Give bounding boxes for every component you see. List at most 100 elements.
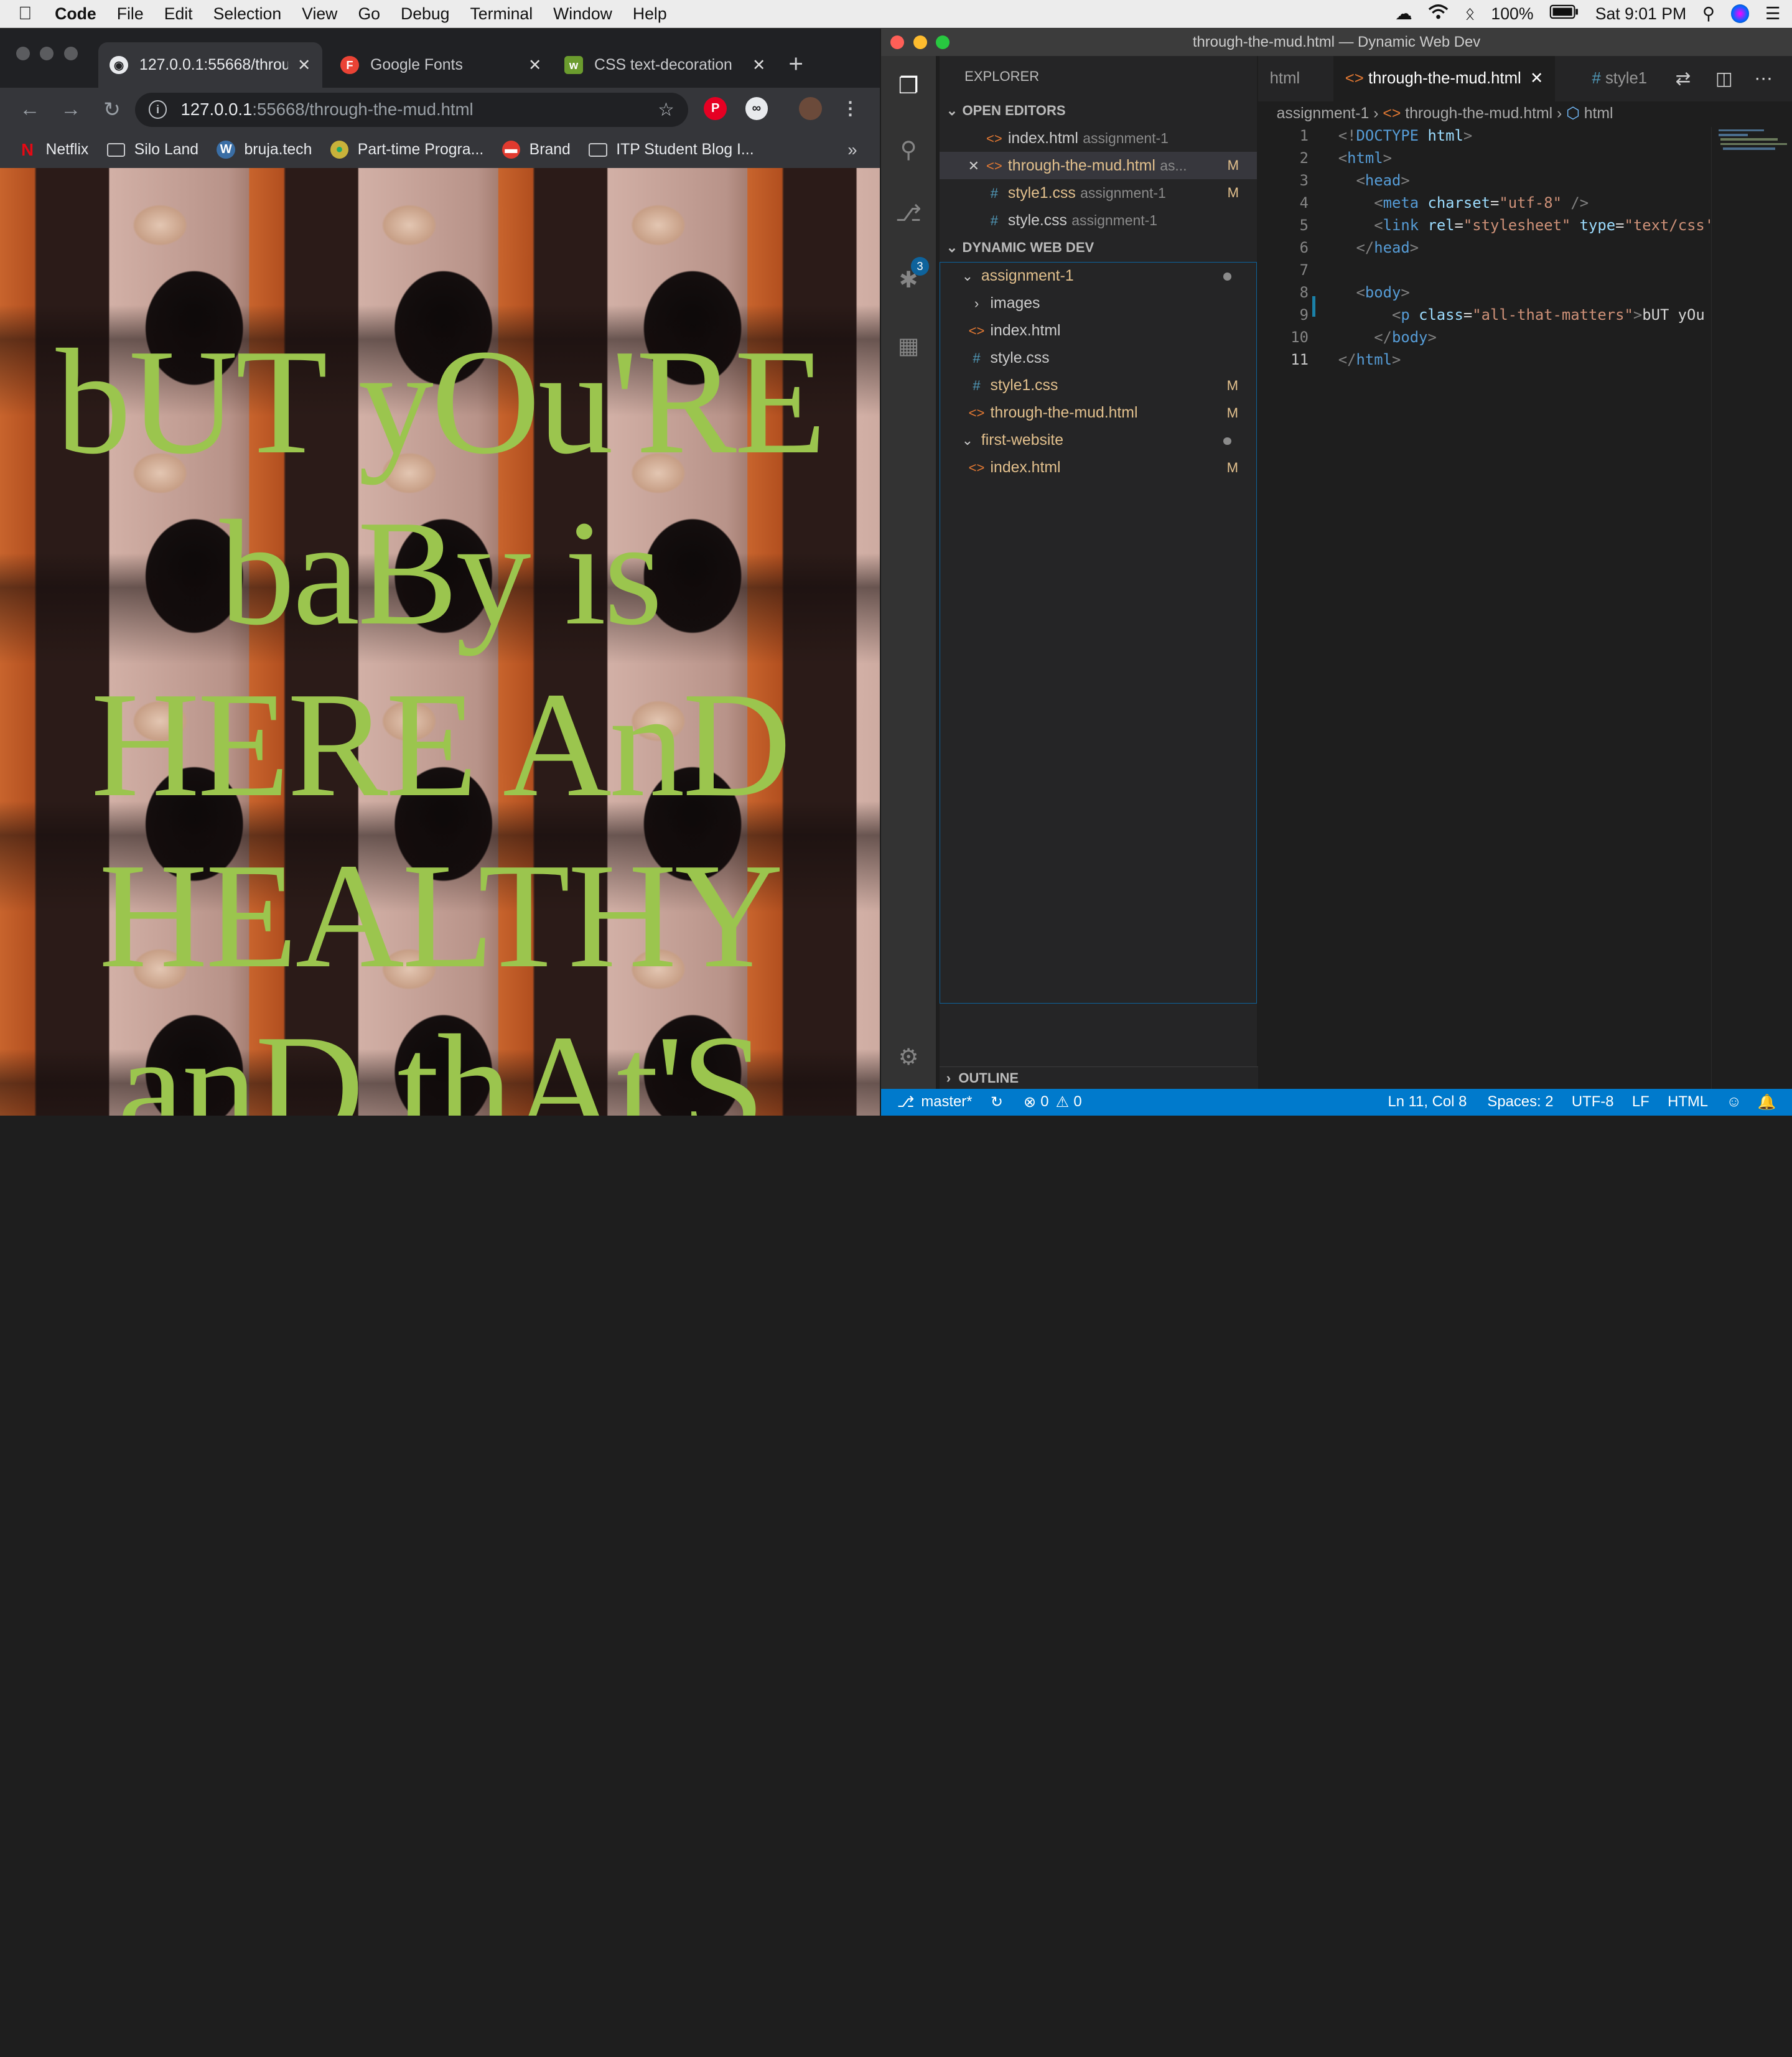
site-info-icon[interactable]: i bbox=[148, 100, 167, 119]
cursor-position[interactable]: Ln 11, Col 8 bbox=[1388, 1093, 1467, 1111]
chevron-down-icon: ⌄ bbox=[961, 268, 974, 284]
browser-tab-google-fonts[interactable]: F Google Fonts ✕ bbox=[329, 42, 553, 88]
explorer-files-icon[interactable]: ❐ bbox=[895, 72, 922, 100]
tree-file-index-2[interactable]: <> index.html M bbox=[940, 454, 1257, 1003]
open-changes-icon[interactable]: ⇄ bbox=[1664, 55, 1702, 102]
open-editor-item-active[interactable]: ✕ <> through-the-mud.html as... M bbox=[939, 152, 1258, 180]
close-window-button[interactable] bbox=[16, 47, 30, 61]
clock[interactable]: Sat 9:01 PM bbox=[1595, 4, 1687, 24]
back-arrow-icon[interactable]: ← bbox=[18, 98, 41, 121]
split-editor-icon[interactable]: ◫ bbox=[1704, 55, 1744, 102]
workspace-section[interactable]: ⌄ DYNAMIC WEB DEV bbox=[940, 234, 1258, 261]
sync-icon[interactable]: ↻ bbox=[991, 1093, 1003, 1111]
end-of-line[interactable]: LF bbox=[1632, 1093, 1650, 1111]
tree-file-style[interactable]: # style.css bbox=[940, 345, 1257, 372]
search-icon[interactable]: ⚲ bbox=[895, 136, 922, 164]
editor-tab-html[interactable]: html bbox=[1258, 56, 1311, 101]
indentation[interactable]: Spaces: 2 bbox=[1487, 1093, 1553, 1111]
notifications-bell-icon[interactable]: 🔔 bbox=[1758, 1093, 1776, 1111]
editor-tab-through-the-mud[interactable]: <> through-the-mud.html ✕ bbox=[1333, 55, 1555, 102]
tree-file-through-the-mud[interactable]: <> through-the-mud.html M bbox=[940, 399, 1257, 427]
browser-tab-css-text-decoration[interactable]: w CSS text-decoration ✕ bbox=[553, 42, 777, 88]
close-icon[interactable]: ✕ bbox=[964, 152, 982, 180]
tab-title: CSS text-decoration bbox=[594, 56, 732, 73]
file-name: style1.css bbox=[990, 376, 1058, 394]
warning-icon[interactable]: ⚠ bbox=[1056, 1093, 1069, 1111]
minimize-window-button[interactable] bbox=[40, 47, 54, 61]
breadcrumb-folder[interactable]: assignment-1 bbox=[1277, 105, 1370, 122]
warning-count[interactable]: 0 bbox=[1073, 1093, 1081, 1111]
zoom-window-button[interactable] bbox=[936, 35, 950, 49]
tree-folder-images[interactable]: › images bbox=[940, 290, 1257, 317]
error-icon[interactable]: ⊗ bbox=[1024, 1093, 1036, 1111]
extension-icon[interactable]: ∞ bbox=[745, 97, 768, 120]
more-bookmarks-icon[interactable]: » bbox=[847, 140, 857, 160]
menu-selection[interactable]: Selection bbox=[203, 4, 292, 24]
file-name: through-the-mud.html bbox=[1007, 157, 1155, 175]
bookmark-part-time[interactable]: ● Part-time Progra... bbox=[330, 140, 483, 159]
menu-terminal[interactable]: Terminal bbox=[460, 4, 543, 24]
breadcrumb-file[interactable]: through-the-mud.html bbox=[1405, 105, 1552, 122]
source-control-icon[interactable]: ⎇ bbox=[895, 200, 922, 227]
open-editors-section[interactable]: ⌄ OPEN EDITORS bbox=[940, 97, 1258, 124]
wifi-icon[interactable] bbox=[1428, 4, 1449, 24]
feedback-smiley-icon[interactable]: ☺ bbox=[1726, 1093, 1741, 1111]
extensions-icon[interactable]: ▦ bbox=[895, 332, 922, 360]
open-editor-item[interactable]: # style.css assignment-1 bbox=[940, 207, 1258, 234]
error-count[interactable]: 0 bbox=[1040, 1093, 1048, 1111]
apple-logo-icon[interactable]:  bbox=[0, 3, 50, 24]
minimize-window-button[interactable] bbox=[913, 35, 927, 49]
git-branch[interactable]: master* bbox=[921, 1093, 972, 1111]
git-branch-icon[interactable]: ⎇ bbox=[897, 1093, 915, 1111]
close-tab-icon[interactable]: ✕ bbox=[297, 56, 311, 75]
bookmark-brand[interactable]: ▬ Brand bbox=[502, 140, 571, 159]
tree-folder-first-website[interactable]: ⌄ first-website bbox=[940, 427, 1257, 454]
tree-file-index[interactable]: <> index.html bbox=[940, 317, 1257, 345]
bookmark-itp-blog[interactable]: ITP Student Blog I... bbox=[589, 141, 754, 159]
browser-tab-active[interactable]: ◉ 127.0.0.1:55668/through-the-mud.html ✕ bbox=[98, 42, 322, 88]
minimap[interactable] bbox=[1710, 126, 1792, 1089]
bookmark-silo-land[interactable]: Silo Land bbox=[106, 141, 198, 159]
tree-folder-assignment-1[interactable]: ⌄ assignment-1 bbox=[940, 263, 1257, 290]
outline-section[interactable]: › OUTLINE bbox=[939, 1066, 1264, 1090]
gear-icon[interactable]: ⚙ bbox=[895, 1043, 922, 1071]
menu-file[interactable]: File bbox=[106, 4, 154, 24]
close-tab-icon[interactable]: ✕ bbox=[752, 56, 766, 75]
menu-edit[interactable]: Edit bbox=[154, 4, 203, 24]
bookmark-netflix[interactable]: N Netflix bbox=[18, 140, 88, 159]
open-editor-item[interactable]: <> index.html assignment-1 bbox=[940, 124, 1258, 152]
close-tab-icon[interactable]: ✕ bbox=[1530, 70, 1544, 87]
menu-go[interactable]: Go bbox=[348, 4, 391, 24]
bookmark-bruja-tech[interactable]: Wbruja.tech bbox=[217, 140, 312, 159]
menu-window[interactable]: Window bbox=[543, 4, 623, 24]
avatar[interactable] bbox=[798, 97, 822, 120]
zoom-window-button[interactable] bbox=[63, 47, 78, 61]
menu-view[interactable]: View bbox=[292, 4, 348, 24]
breadcrumb-symbol[interactable]: html bbox=[1584, 105, 1613, 122]
tree-file-style1[interactable]: # style1.css M bbox=[940, 372, 1257, 399]
new-tab-icon[interactable]: + bbox=[788, 49, 803, 78]
forward-arrow-icon[interactable]: → bbox=[59, 98, 82, 121]
siri-icon[interactable] bbox=[1730, 4, 1750, 23]
encoding[interactable]: UTF-8 bbox=[1572, 1093, 1614, 1111]
more-menu-icon[interactable]: ⋮ bbox=[839, 97, 862, 120]
editor-tab-style1[interactable]: # style1 bbox=[1580, 56, 1658, 101]
menu-help[interactable]: Help bbox=[622, 4, 677, 24]
pinterest-icon[interactable]: P bbox=[704, 97, 727, 120]
close-window-button[interactable] bbox=[890, 35, 904, 49]
open-editor-item[interactable]: # style1.css assignment-1 M bbox=[940, 179, 1258, 207]
creative-cloud-icon[interactable]: ☁ bbox=[1395, 4, 1412, 24]
address-bar[interactable]: i 127.0.0.1:55668/through-the-mud.html ☆ bbox=[134, 92, 688, 127]
notification-center-icon[interactable]: ☰ bbox=[1765, 4, 1781, 24]
close-tab-icon[interactable]: ✕ bbox=[528, 56, 542, 75]
menu-app-name[interactable]: Code bbox=[50, 4, 106, 24]
reload-icon[interactable]: ↻ bbox=[101, 97, 124, 122]
debug-icon[interactable]: ✱ bbox=[895, 266, 922, 294]
battery-icon[interactable] bbox=[1549, 4, 1579, 24]
spotlight-search-icon[interactable]: ⚲ bbox=[1702, 4, 1715, 24]
menu-debug[interactable]: Debug bbox=[390, 4, 460, 24]
bookmark-star-icon[interactable]: ☆ bbox=[658, 99, 674, 121]
bluetooth-icon[interactable]: ᛟ bbox=[1465, 4, 1475, 24]
more-actions-icon[interactable]: ⋯ bbox=[1742, 55, 1785, 102]
language-mode[interactable]: HTML bbox=[1668, 1093, 1708, 1111]
